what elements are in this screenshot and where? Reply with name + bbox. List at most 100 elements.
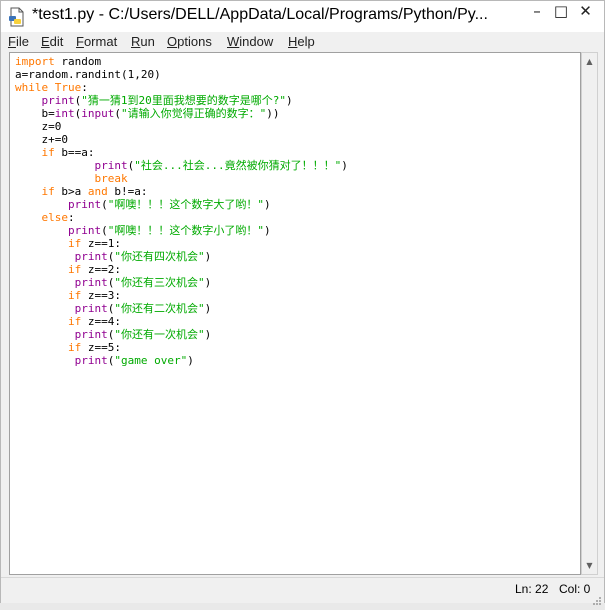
menu-mnemonic: H — [288, 34, 298, 49]
code-line[interactable]: if z==4: — [15, 315, 348, 328]
keyword-token: if — [67, 341, 82, 354]
code-token: ) — [263, 198, 271, 211]
menu-edit[interactable]: Edit — [41, 34, 63, 49]
code-line[interactable]: z=0 — [15, 120, 348, 133]
menu-mnemonic: O — [167, 34, 178, 49]
menu-file[interactable]: File — [8, 34, 29, 49]
menu-format[interactable]: Format — [76, 34, 117, 49]
window-title: *test1.py - C:/Users/DELL/AppData/Local/… — [32, 6, 488, 23]
resize-grip-icon[interactable] — [592, 591, 602, 605]
builtin-token: print — [41, 94, 75, 107]
code-line[interactable]: print("你还有三次机会") — [15, 276, 348, 289]
code-token: ) — [263, 224, 271, 237]
builtin-token: print — [94, 159, 128, 172]
string-token: "社会...社会...竟然被你猜对了！！！" — [134, 159, 342, 172]
code-line[interactable]: b=int(input("请输入你觉得正确的数字：")) — [15, 107, 348, 120]
builtin-token: int — [54, 107, 75, 120]
line-number-status: Ln: 22 — [515, 582, 549, 596]
code-line[interactable]: if z==1: — [15, 237, 348, 250]
code-token: ) — [204, 328, 212, 341]
string-token: "你还有一次机会" — [114, 328, 205, 341]
code-token: b>a — [54, 185, 88, 198]
menu-mnemonic: R — [131, 34, 141, 49]
code-token: z==3: — [81, 289, 121, 302]
keyword-token: if — [67, 263, 82, 276]
keyword-token: if — [67, 237, 82, 250]
code-token: : — [68, 211, 75, 224]
menu-label: ptions — [177, 34, 212, 49]
code-line[interactable]: print("社会...社会...竟然被你猜对了！！！") — [15, 159, 347, 172]
code-token: a=random.randint(1,20) — [15, 68, 161, 81]
column-number-status: Col: 0 — [559, 582, 591, 596]
code-line[interactable]: while True: — [15, 81, 348, 94]
code-line[interactable]: print("你还有一次机会") — [15, 328, 348, 341]
code-token: b!=a: — [107, 185, 148, 198]
code-token: random — [54, 55, 102, 68]
code-token: z=0 — [15, 120, 62, 133]
code-line[interactable]: import random — [15, 55, 348, 68]
idle-editor-window: *test1.py - C:/Users/DELL/AppData/Local/… — [0, 0, 605, 605]
scroll-up-icon[interactable]: ▲ — [582, 53, 597, 70]
title-bar[interactable]: *test1.py - C:/Users/DELL/AppData/Local/… — [1, 1, 604, 32]
code-line[interactable]: if z==5: — [15, 341, 348, 354]
builtin-token: print — [74, 302, 108, 315]
code-token: ( — [114, 107, 121, 120]
keyword-token: if — [67, 289, 82, 302]
menu-help[interactable]: Help — [288, 34, 315, 49]
keyword-token: if — [41, 185, 55, 198]
code-line[interactable]: if z==3: — [15, 289, 348, 302]
code-token: b==a: — [54, 146, 95, 159]
code-line[interactable]: print("你还有二次机会") — [15, 302, 348, 315]
code-line[interactable]: print("啊噢！！！这个数字大了哟！") — [15, 198, 348, 211]
scroll-down-icon[interactable]: ▼ — [582, 557, 597, 574]
code-line[interactable]: if b==a: — [15, 146, 348, 159]
code-token: z==5: — [81, 341, 121, 354]
menu-mnemonic: F — [8, 34, 16, 49]
menu-options[interactable]: Options — [167, 34, 212, 49]
menu-window[interactable]: Window — [227, 34, 273, 49]
code-line[interactable]: print("啊噢！！！这个数字小了哟！") — [15, 224, 348, 237]
code-token: ) — [204, 276, 212, 289]
menu-label: indow — [239, 34, 274, 49]
string-token: "猜一猜1到20里面我想要的数字是哪个?" — [81, 94, 286, 107]
code-editor[interactable]: import random a=random.randint(1,20) while… — [9, 52, 581, 575]
code-line[interactable]: print("game over") — [15, 354, 348, 367]
menu-label: ile — [15, 34, 29, 49]
keyword-token: if — [67, 315, 82, 328]
code-text[interactable]: import random a=random.randint(1,20) while… — [15, 55, 348, 367]
menu-label: un — [140, 34, 155, 49]
menu-mnemonic: F — [76, 34, 84, 49]
keyword-token: and — [87, 185, 108, 198]
code-line[interactable]: if z==2: — [15, 263, 348, 276]
vertical-scrollbar[interactable]: ▲ ▼ — [581, 52, 598, 575]
close-button[interactable]: ✕ — [567, 1, 604, 23]
builtin-token: print — [74, 276, 108, 289]
code-line[interactable]: print("猜一猜1到20里面我想要的数字是哪个?") — [15, 94, 348, 107]
keyword-token: while — [15, 81, 49, 94]
code-line[interactable]: print("你还有四次机会") — [15, 250, 348, 263]
code-line[interactable]: if b>a and b!=a: — [15, 185, 348, 198]
code-token: )) — [266, 107, 280, 120]
keyword-token: import — [15, 55, 55, 68]
menu-label: dit — [49, 34, 64, 49]
code-line[interactable]: break — [15, 172, 348, 185]
code-line[interactable]: else: — [15, 211, 348, 224]
menu-run[interactable]: Run — [131, 34, 155, 49]
code-line[interactable]: a=random.randint(1,20) — [15, 68, 348, 81]
keyword-token: break — [94, 172, 128, 185]
menu-mnemonic: W — [227, 34, 240, 49]
code-token: z+=0 — [15, 133, 68, 146]
code-line[interactable]: z+=0 — [15, 133, 348, 146]
